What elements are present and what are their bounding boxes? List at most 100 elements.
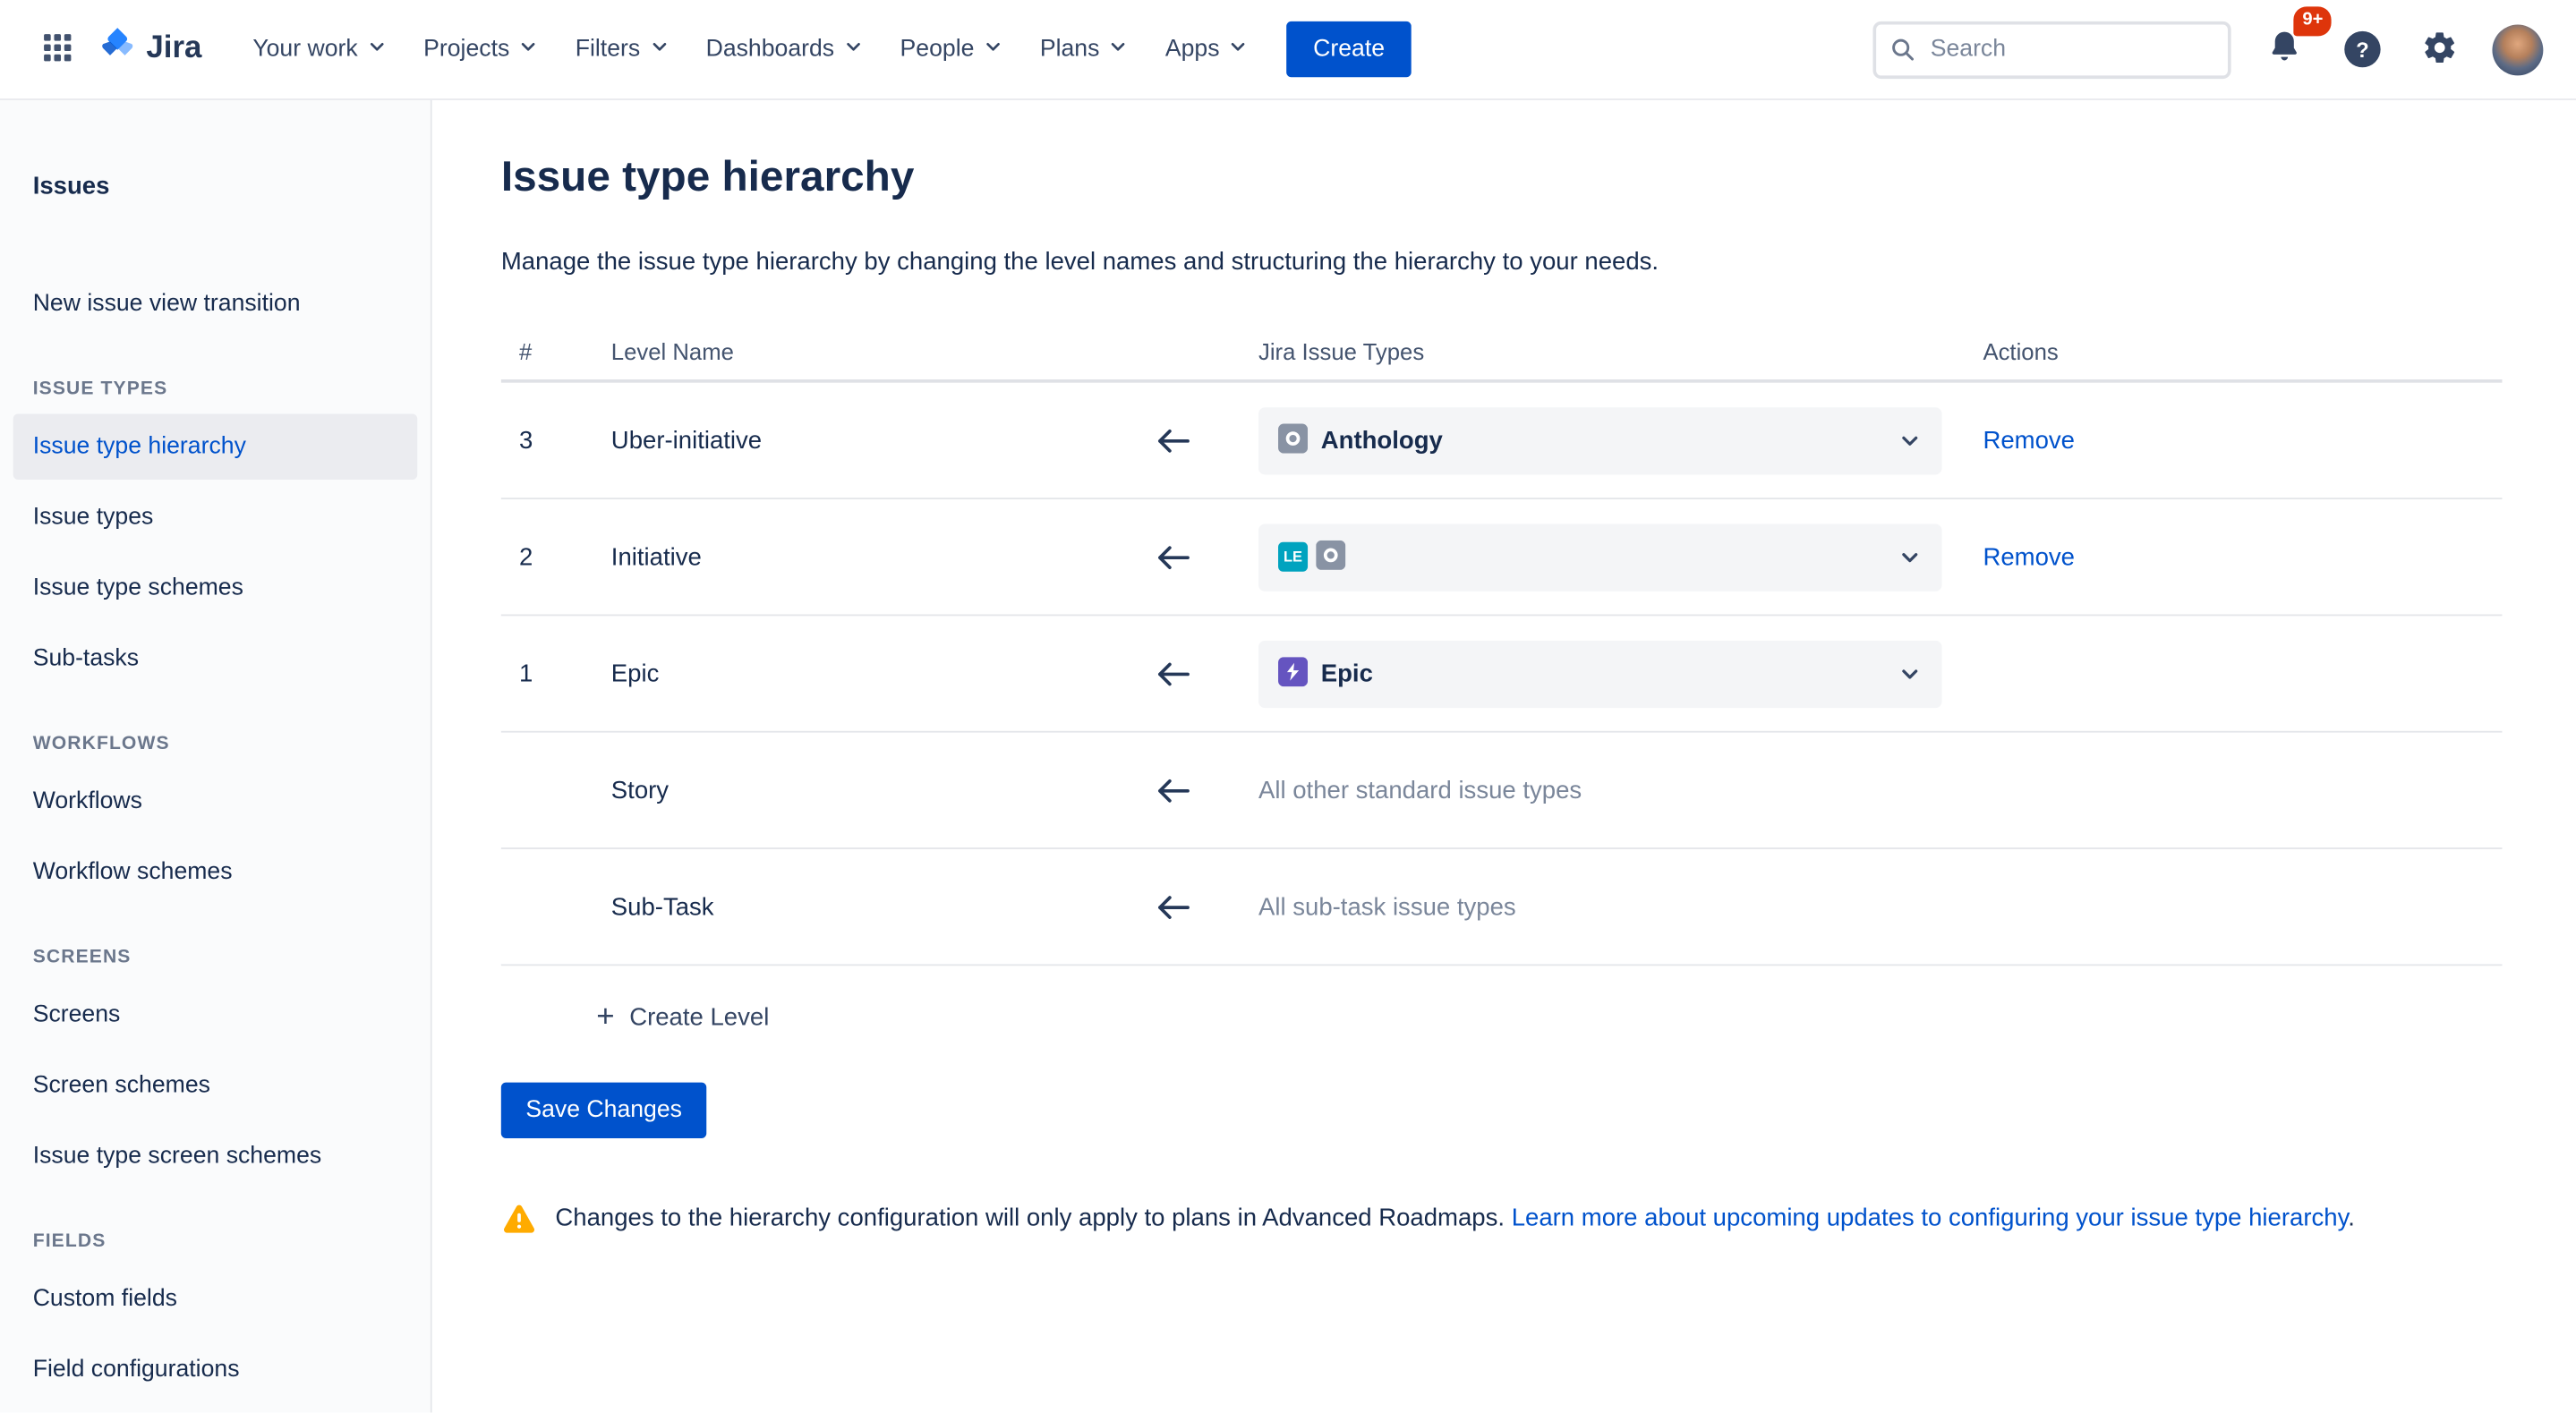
sidebar-item-sub-tasks[interactable]: Sub-tasks <box>13 626 418 691</box>
chevron-down-icon <box>842 35 864 63</box>
nav-filters[interactable]: Filters <box>560 22 685 77</box>
save-changes-button[interactable]: Save Changes <box>501 1083 707 1138</box>
sidebar-item-issue-type-hierarchy[interactable]: Issue type hierarchy <box>13 414 418 480</box>
generic-issue-type-icon <box>1278 423 1308 458</box>
table-row: 1 Epic Epic <box>501 616 2503 732</box>
sidebar-section-workflows: WORKFLOWS Workflows Workflow schemes <box>0 734 431 905</box>
jira-logo-icon <box>98 26 136 72</box>
section-heading: WORKFLOWS <box>33 734 397 753</box>
settings-button[interactable] <box>2415 22 2464 77</box>
help-button[interactable]: ? <box>2338 25 2387 74</box>
warning-learn-more-link[interactable]: Learn more about upcoming updates to con… <box>1512 1204 2349 1231</box>
chevron-down-icon <box>1898 544 1923 569</box>
arrow-left-icon <box>1086 660 1258 687</box>
app-switcher-button[interactable] <box>33 22 82 77</box>
dropdown-value: Epic <box>1321 660 1373 687</box>
main-navigation: Your work Projects Filters Dashboards Pe… <box>238 22 1264 77</box>
help-icon: ? <box>2344 31 2380 67</box>
section-heading: SCREENS <box>33 948 397 967</box>
chevron-down-icon <box>983 35 1004 63</box>
nav-dashboards[interactable]: Dashboards <box>691 22 879 77</box>
dropdown-value: Anthology <box>1321 426 1443 454</box>
level-name: Sub-Task <box>593 893 1087 921</box>
level-name: Story <box>593 776 1087 804</box>
le-issue-type-badge: LE <box>1278 542 1308 572</box>
level-name: Initiative <box>593 543 1087 571</box>
chevron-down-icon <box>517 35 539 63</box>
create-button[interactable]: Create <box>1287 21 1412 77</box>
sidebar-item-workflows[interactable]: Workflows <box>13 769 418 834</box>
issue-types-placeholder: All sub-task issue types <box>1258 893 1516 921</box>
sidebar-item-issue-types[interactable]: Issue types <box>13 484 418 549</box>
hierarchy-table: # Level Name Jira Issue Types Actions 3 … <box>501 324 2503 966</box>
settings-sidebar: Issues New issue view transition ISSUE T… <box>0 100 432 1413</box>
nav-your-work[interactable]: Your work <box>238 22 402 77</box>
grid-icon <box>39 29 75 70</box>
jira-logo[interactable]: Jira <box>98 26 201 72</box>
global-search <box>1872 21 2231 78</box>
page-description: Manage the issue type hierarchy by chang… <box>501 244 2537 280</box>
arrow-left-icon <box>1086 543 1258 571</box>
issue-types-dropdown[interactable]: Epic <box>1258 640 1942 707</box>
sidebar-item-custom-fields[interactable]: Custom fields <box>13 1266 418 1332</box>
table-row: Story All other standard issue types <box>501 733 2503 849</box>
search-input[interactable] <box>1872 21 2231 78</box>
jira-settings-page: Jira Your work Projects Filters Dashboar… <box>0 0 2576 1413</box>
table-row: 2 Initiative LE <box>501 499 2503 616</box>
sidebar-item-screens[interactable]: Screens <box>13 983 418 1048</box>
sidebar-item-issue-type-screen-schemes[interactable]: Issue type screen schemes <box>13 1123 418 1188</box>
sidebar-section-issue-types: ISSUE TYPES Issue type hierarchy Issue t… <box>0 379 431 692</box>
user-avatar[interactable] <box>2492 24 2543 75</box>
warning-suffix: . <box>2348 1204 2355 1231</box>
chevron-down-icon <box>1898 661 1923 686</box>
generic-issue-type-icon <box>1316 540 1345 575</box>
chevron-down-icon <box>1228 35 1250 63</box>
issue-types-placeholder: All other standard issue types <box>1258 776 1582 804</box>
arrow-left-icon <box>1086 893 1258 921</box>
arrow-left-icon <box>1086 426 1258 454</box>
remove-level-button[interactable]: Remove <box>1983 426 2075 454</box>
page-title: Issue type hierarchy <box>501 151 2537 202</box>
table-row: 3 Uber-initiative Anthology <box>501 383 2503 499</box>
sidebar-item-field-configurations[interactable]: Field configurations <box>13 1337 418 1402</box>
nav-apps[interactable]: Apps <box>1150 22 1264 77</box>
level-number: 1 <box>501 660 593 687</box>
sidebar-item-screen-schemes[interactable]: Screen schemes <box>13 1053 418 1119</box>
chevron-down-icon <box>1108 35 1130 63</box>
level-name: Epic <box>593 660 1087 687</box>
column-header-actions: Actions <box>1983 338 2502 364</box>
chevron-down-icon <box>648 35 670 63</box>
level-number: 3 <box>501 426 593 454</box>
sidebar-section-fields: FIELDS Custom fields Field configuration… <box>0 1232 431 1403</box>
nav-plans[interactable]: Plans <box>1025 22 1144 77</box>
section-heading: FIELDS <box>33 1232 397 1252</box>
chevron-down-icon <box>1898 428 1923 453</box>
sidebar-item-issue-type-schemes[interactable]: Issue type schemes <box>13 555 418 620</box>
sidebar-item-new-issue-view-transition[interactable]: New issue view transition <box>13 271 418 336</box>
notification-count-badge: 9+ <box>2294 6 2331 36</box>
issue-types-dropdown[interactable]: Anthology <box>1258 406 1942 473</box>
epic-issue-type-icon <box>1278 656 1308 691</box>
jira-logo-text: Jira <box>146 31 201 67</box>
level-name: Uber-initiative <box>593 426 1087 454</box>
create-level-button[interactable]: + Create Level <box>596 1002 769 1034</box>
remove-level-button[interactable]: Remove <box>1983 543 2075 571</box>
warning-message: Changes to the hierarchy configuration w… <box>501 1201 2537 1248</box>
plus-icon: + <box>596 1002 614 1034</box>
nav-projects[interactable]: Projects <box>409 22 554 77</box>
nav-people[interactable]: People <box>885 22 1019 77</box>
top-nav-bar: Jira Your work Projects Filters Dashboar… <box>0 0 2576 100</box>
column-header-number: # <box>501 338 593 364</box>
level-number: 2 <box>501 543 593 571</box>
chevron-down-icon <box>366 35 388 63</box>
column-header-jira-issue-types: Jira Issue Types <box>1258 338 1983 364</box>
section-heading: ISSUE TYPES <box>33 379 397 399</box>
issue-types-dropdown[interactable]: LE <box>1258 523 1942 591</box>
main-content: Issue type hierarchy Manage the issue ty… <box>432 100 2576 1413</box>
column-header-level-name: Level Name <box>593 338 1087 364</box>
table-header-row: # Level Name Jira Issue Types Actions <box>501 324 2503 383</box>
gear-icon <box>2422 29 2458 70</box>
sidebar-item-workflow-schemes[interactable]: Workflow schemes <box>13 839 418 905</box>
table-row: Sub-Task All sub-task issue types <box>501 849 2503 966</box>
sidebar-section-screens: SCREENS Screens Screen schemes Issue typ… <box>0 948 431 1189</box>
